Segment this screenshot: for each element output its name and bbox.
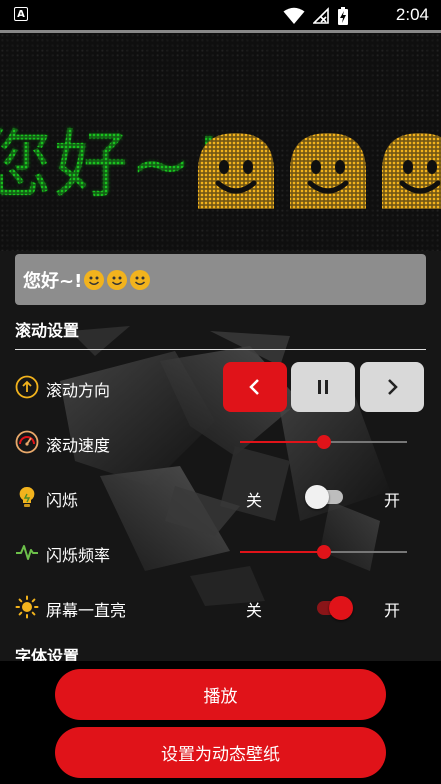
led-text: 您好~! bbox=[0, 122, 226, 208]
sun-icon bbox=[15, 595, 39, 619]
led-preview: 您好~! bbox=[0, 30, 441, 254]
scroll-right-button[interactable] bbox=[360, 362, 424, 412]
divider bbox=[15, 349, 426, 350]
smiley-icon bbox=[290, 133, 366, 209]
status-bar: A 2:04 bbox=[0, 0, 441, 30]
battery-charging-icon bbox=[338, 7, 348, 25]
a-notification-icon: A bbox=[14, 7, 28, 21]
scroll-speed-label: 滚动速度 bbox=[46, 436, 111, 455]
smiley-icon bbox=[84, 269, 105, 290]
screen-on-off-label: 关 bbox=[246, 601, 263, 620]
blink-off-label: 关 bbox=[246, 491, 263, 510]
pause-icon bbox=[318, 380, 328, 394]
settings-panel[interactable]: 您好~! 滚动设置 滚动方向 滚动速度 闪烁 关 开 闪烁频率 屏幕一直亮 关 … bbox=[0, 251, 441, 661]
arrow-up-circle-icon bbox=[15, 375, 39, 399]
smiley-icon bbox=[130, 269, 151, 290]
marquee-text-input[interactable]: 您好~! bbox=[15, 254, 426, 305]
clock: 2:04 bbox=[395, 5, 429, 24]
lightbulb-icon bbox=[19, 486, 35, 507]
input-value: 您好~! bbox=[23, 270, 83, 292]
font-settings-title: 字体设置 bbox=[15, 647, 80, 661]
signal-off-icon bbox=[313, 7, 329, 24]
scroll-settings-title: 滚动设置 bbox=[15, 321, 80, 340]
scroll-left-button[interactable] bbox=[223, 362, 287, 412]
set-wallpaper-button[interactable]: 设置为动态壁纸 bbox=[55, 727, 386, 778]
blink-frequency-label: 闪烁频率 bbox=[46, 546, 111, 565]
smiley-icon bbox=[382, 133, 441, 209]
screen-always-on-label: 屏幕一直亮 bbox=[46, 601, 127, 620]
screen-always-on-toggle[interactable] bbox=[313, 596, 353, 620]
chevron-left-icon bbox=[249, 379, 259, 395]
smiley-icon bbox=[107, 269, 128, 290]
blink-toggle[interactable] bbox=[305, 485, 345, 509]
chevron-right-icon bbox=[388, 379, 398, 395]
slider-thumb[interactable] bbox=[316, 545, 331, 559]
scroll-speed-slider[interactable] bbox=[240, 435, 407, 449]
scroll-direction-label: 滚动方向 bbox=[46, 381, 111, 400]
blink-on-label: 开 bbox=[384, 491, 401, 510]
slider-thumb[interactable] bbox=[316, 435, 331, 449]
screen-on-on-label: 开 bbox=[384, 601, 401, 620]
pause-button[interactable] bbox=[291, 362, 355, 412]
bottom-actions: 播放 设置为动态壁纸 bbox=[0, 661, 441, 784]
led-emojis bbox=[194, 131, 441, 209]
play-button[interactable]: 播放 bbox=[55, 669, 386, 720]
blink-label: 闪烁 bbox=[46, 491, 79, 510]
smiley-icon bbox=[198, 133, 274, 209]
pulse-wave-icon bbox=[16, 545, 38, 560]
wifi-icon bbox=[283, 7, 305, 24]
input-emojis bbox=[83, 269, 151, 291]
speedometer-icon bbox=[15, 430, 39, 454]
blink-frequency-slider[interactable] bbox=[240, 545, 407, 559]
